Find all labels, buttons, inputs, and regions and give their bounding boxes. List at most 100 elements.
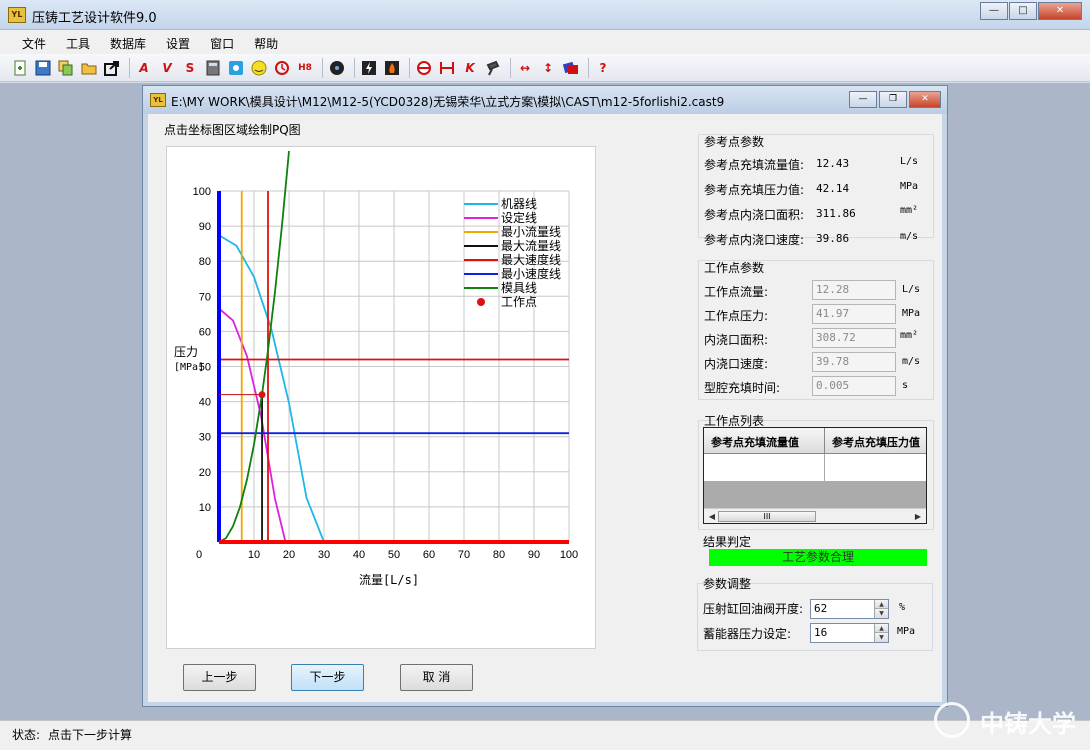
menubar: 文件 工具 数据库 设置 窗口 帮助 xyxy=(0,30,1090,54)
save-icon[interactable] xyxy=(33,58,53,78)
table-cell[interactable] xyxy=(825,454,926,481)
H8-icon[interactable]: H8 xyxy=(295,58,315,78)
column-header[interactable]: 参考点充填流量值 xyxy=(704,428,825,454)
legend-label: 最小速度线 xyxy=(501,266,561,281)
horizontal-arrow-icon[interactable]: ↔ xyxy=(515,58,535,78)
stack-icon[interactable] xyxy=(561,58,581,78)
flame-icon[interactable] xyxy=(382,58,402,78)
ref-gate-area-unit: mm² xyxy=(900,205,919,216)
toolbar: A V S H8 K ↔ ↕ ? xyxy=(0,54,1090,82)
ref-pressure-label: 参考点充填压力值: xyxy=(704,183,805,197)
x-tick-label: 20 xyxy=(283,549,295,561)
work-point-table[interactable]: 参考点充填流量值 参考点充填压力值 ◀ III ▶ xyxy=(703,427,927,524)
pq-chart-area[interactable]: 0 10 20 30 40 50 60 70 80 90 100 10 20 30 40 50 60 70 80 90… xyxy=(166,146,596,649)
lightning-icon[interactable] xyxy=(359,58,379,78)
stepper-buttons: ▲ ▼ xyxy=(874,624,888,642)
work-flow-field[interactable]: 12.28 xyxy=(812,280,896,300)
K-icon[interactable]: K xyxy=(460,58,480,78)
y-axis-label: [MPa] xyxy=(174,362,204,373)
work-gate-area-label: 内浇口面积: xyxy=(704,333,769,347)
next-button[interactable]: 下一步 xyxy=(291,664,364,691)
copy-icon[interactable] xyxy=(56,58,76,78)
fill-time-unit: s xyxy=(902,380,909,391)
scroll-right-icon[interactable]: ▶ xyxy=(911,510,925,523)
menu-tools[interactable]: 工具 xyxy=(56,30,100,54)
table-row[interactable] xyxy=(704,454,926,481)
ref-pressure-value: 42.14 xyxy=(816,182,850,195)
work-pressure-unit: MPa xyxy=(902,308,921,319)
child-close-icon[interactable]: ✕ xyxy=(909,91,941,108)
work-gate-area-field[interactable]: 308.72 xyxy=(812,328,896,348)
statusbar: 状态: 点击下一步计算 xyxy=(0,720,1090,750)
film-icon[interactable] xyxy=(327,58,347,78)
stepper-down-icon[interactable]: ▼ xyxy=(875,633,888,642)
toolbar-separator xyxy=(354,57,355,78)
stepper-up-icon[interactable]: ▲ xyxy=(875,600,888,609)
menu-database[interactable]: 数据库 xyxy=(100,30,156,54)
clock-icon[interactable] xyxy=(272,58,292,78)
y-tick-label: 70 xyxy=(199,291,211,303)
circle-half-icon[interactable] xyxy=(414,58,434,78)
y-tick-label: 90 xyxy=(199,221,211,233)
cancel-button[interactable]: 取 消 xyxy=(400,664,473,691)
S-icon[interactable]: S xyxy=(180,58,200,78)
previous-button[interactable]: 上一步 xyxy=(183,664,256,691)
column-header[interactable]: 参考点充填压力值 xyxy=(825,428,926,454)
open-icon[interactable] xyxy=(79,58,99,78)
stepper-up-icon[interactable]: ▲ xyxy=(875,624,888,633)
ref-flow-value: 12.43 xyxy=(816,157,850,170)
table-cell[interactable] xyxy=(704,454,825,481)
accumulator-stepper[interactable]: 16 ▲ ▼ xyxy=(810,623,889,643)
child-minimize-icon[interactable]: — xyxy=(849,91,877,108)
ref-params-title: 参考点参数 xyxy=(704,135,765,149)
pq-chart[interactable]: 0 10 20 30 40 50 60 70 80 90 100102030405060708090… xyxy=(167,147,597,650)
toolbar-separator xyxy=(129,57,130,78)
new-icon[interactable] xyxy=(10,58,30,78)
scroll-thumb[interactable]: III xyxy=(718,511,816,522)
A-icon[interactable]: A xyxy=(134,58,154,78)
pin-icon[interactable] xyxy=(483,58,503,78)
y-axis-label: 压力 xyxy=(174,345,198,359)
work-gate-speed-label: 内浇口速度: xyxy=(704,357,769,371)
result-status-badge: 工艺参数合理 xyxy=(709,549,927,566)
y-tick-label: 100 xyxy=(193,186,211,198)
x-tick-label: 0 xyxy=(196,549,202,561)
scroll-left-icon[interactable]: ◀ xyxy=(705,510,719,523)
export-icon[interactable] xyxy=(102,58,122,78)
menu-window[interactable]: 窗口 xyxy=(200,30,244,54)
x-tick-label: 10 xyxy=(248,549,260,561)
legend-marker xyxy=(477,298,485,306)
return-valve-label: 压射缸回油阀开度: xyxy=(703,602,804,616)
x-tick-label: 90 xyxy=(528,549,540,561)
result-title: 结果判定 xyxy=(703,535,752,549)
menu-file[interactable]: 文件 xyxy=(12,30,56,54)
series-line xyxy=(218,234,337,542)
width-icon[interactable] xyxy=(437,58,457,78)
help-icon[interactable]: ? xyxy=(593,58,613,78)
ref-gate-speed-unit: m/s xyxy=(900,231,919,242)
menu-settings[interactable]: 设置 xyxy=(156,30,200,54)
work-pressure-field[interactable]: 41.97 xyxy=(812,304,896,324)
V-icon[interactable]: V xyxy=(157,58,177,78)
close-icon[interactable]: ✕ xyxy=(1038,2,1082,20)
maximize-icon[interactable]: □ xyxy=(1009,2,1037,20)
child-restore-icon[interactable]: ❐ xyxy=(879,91,907,108)
calculator-icon[interactable] xyxy=(203,58,223,78)
child-titlebar: YL E:\MY WORK\模具设计\M12\M12-5(YCD0328)无锡荣… xyxy=(143,86,947,114)
minimize-icon[interactable]: — xyxy=(980,2,1008,20)
calendar-icon[interactable] xyxy=(226,58,246,78)
x-tick-label: 70 xyxy=(458,549,470,561)
return-valve-stepper[interactable]: 62 ▲ ▼ xyxy=(810,599,889,619)
vertical-arrow-icon[interactable]: ↕ xyxy=(538,58,558,78)
stepper-down-icon[interactable]: ▼ xyxy=(875,609,888,618)
table-horizontal-scrollbar[interactable]: ◀ III ▶ xyxy=(704,508,926,523)
legend-label: 设定线 xyxy=(501,210,537,225)
status-text: 点击下一步计算 xyxy=(48,728,133,742)
smiley-icon[interactable] xyxy=(249,58,269,78)
fill-time-field[interactable]: 0.005 xyxy=(812,376,896,396)
work-gate-speed-field[interactable]: 39.78 xyxy=(812,352,896,372)
menu-help[interactable]: 帮助 xyxy=(244,30,288,54)
child-window-controls: — ❐ ✕ xyxy=(847,91,941,108)
y-tick-label: 10 xyxy=(199,502,211,514)
toolbar-separator xyxy=(322,57,323,78)
